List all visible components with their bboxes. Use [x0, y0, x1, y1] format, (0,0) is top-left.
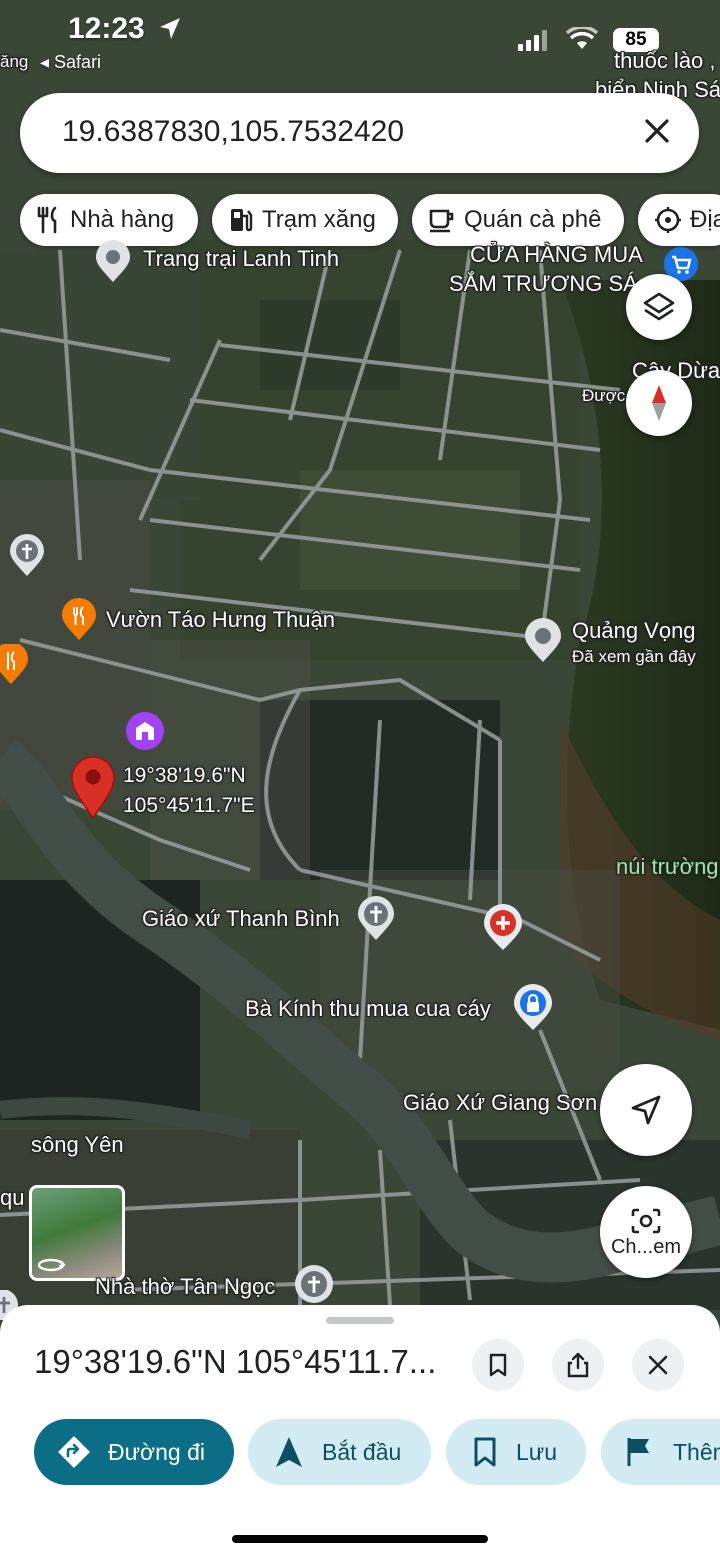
chip-attractions[interactable]: Địa	[638, 194, 720, 246]
map-label-coord-lat: 19°38'19.6"N	[123, 764, 246, 787]
coffee-icon	[429, 209, 454, 233]
save-icon-button[interactable]	[472, 1339, 524, 1391]
map-label-ba-kinh[interactable]: Bà Kính thu mua cua cáy	[245, 996, 491, 1022]
chip-label: Quán cà phê	[464, 206, 602, 233]
location-arrow-icon	[160, 18, 180, 39]
status-bar: 12:23 ◂ Safari 85	[0, 0, 720, 80]
more-button[interactable]: Thêm	[601, 1419, 720, 1485]
map-label-recent: Đã xem gần đây	[572, 647, 696, 666]
close-sheet-button[interactable]	[632, 1339, 684, 1391]
map-label[interactable]: thuốc lào ,	[614, 48, 716, 74]
bookmark-icon	[474, 1437, 496, 1467]
restaurant-pin-icon[interactable]	[0, 644, 30, 686]
layers-button[interactable]	[626, 274, 692, 340]
wifi-icon	[566, 27, 598, 49]
chip-label: Nhà hàng	[70, 206, 175, 233]
more-label: Thêm	[673, 1438, 720, 1465]
status-time: 12:23	[68, 12, 145, 45]
back-to-safari-link[interactable]: ◂ Safari	[40, 52, 101, 73]
place-bottom-sheet[interactable]: 19°38'19.6"N 105°45'11.7... Đường đi Bắt…	[0, 1305, 720, 1557]
restaurant-pin-icon[interactable]	[60, 598, 98, 642]
map-label-quang-vong[interactable]: Quảng Vọng	[572, 618, 696, 644]
save-label: Lưu	[516, 1438, 557, 1465]
directions-icon	[58, 1436, 90, 1468]
restaurant-icon	[37, 206, 57, 234]
start-button[interactable]: Bắt đầu	[248, 1419, 431, 1485]
directions-label: Đường đi	[108, 1438, 205, 1465]
chip-restaurants[interactable]: Nhà hàng	[20, 194, 198, 246]
rotate-360-icon	[37, 1258, 66, 1272]
search-bar[interactable]: 19.6387830,105.7532420	[20, 93, 699, 173]
share-button[interactable]	[552, 1339, 604, 1391]
directions-button[interactable]: Đường đi	[34, 1419, 234, 1485]
bookmark-icon	[489, 1353, 507, 1377]
my-location-button[interactable]	[600, 1064, 692, 1156]
compass-icon	[652, 385, 666, 421]
camera-label: Ch...em	[610, 1235, 682, 1258]
chip-label: Trạm xăng	[262, 206, 376, 233]
church-pin-icon[interactable]	[294, 1264, 334, 1304]
map-label-trang-trai[interactable]: Trang trại Lanh Tinh	[143, 246, 339, 272]
chip-gas-stations[interactable]: Trạm xăng	[212, 194, 398, 246]
clear-search-icon[interactable]	[641, 115, 673, 147]
recent-place-pin-icon[interactable]	[523, 618, 563, 664]
street-view-thumbnail[interactable]	[29, 1185, 125, 1281]
map-label-duoc: Được	[582, 386, 626, 405]
map-label-coord-lng: 105°45'11.7"E	[123, 794, 255, 817]
map-label-nui-truong[interactable]: núi trường	[616, 854, 719, 880]
start-label: Bắt đầu	[322, 1438, 402, 1465]
landmark-pin-icon[interactable]	[124, 710, 166, 752]
save-button[interactable]: Lưu	[446, 1419, 586, 1485]
map-label-vuon-tao[interactable]: Vườn Táo Hưng Thuận	[106, 607, 335, 633]
chip-coffee-shops[interactable]: Quán cà phê	[412, 194, 624, 246]
navigation-arrow-icon	[276, 1437, 302, 1467]
map-label-left-cut: qu	[0, 1185, 25, 1210]
compass-button[interactable]	[626, 370, 692, 436]
dropped-pin-marker[interactable]	[70, 756, 116, 820]
close-icon	[648, 1355, 668, 1375]
sheet-drag-handle[interactable]	[326, 1317, 394, 1324]
map-label: ăng	[0, 52, 29, 71]
place-pin-icon[interactable]	[94, 240, 132, 284]
map-label-nha-tho-tan-ngoc[interactable]: Nhà thờ Tân Ngọc	[95, 1274, 275, 1300]
chip-label: Địa	[690, 206, 720, 233]
navigation-arrow-icon	[631, 1095, 661, 1125]
church-pin-icon[interactable]	[356, 896, 396, 942]
camera-search-icon	[631, 1208, 661, 1233]
home-indicator[interactable]	[232, 1535, 488, 1543]
map-label-song-yen[interactable]: sông Yên	[31, 1132, 124, 1158]
place-title: 19°38'19.6"N 105°45'11.7...	[34, 1343, 437, 1380]
map-label-giao-xu-thanh-binh[interactable]: Giáo xứ Thanh Bình	[142, 906, 340, 932]
map-label-cua-hang-2[interactable]: SẮM TRƯƠNG SÁ	[449, 271, 638, 297]
lens-camera-button[interactable]: Ch...em	[600, 1186, 692, 1278]
attraction-icon	[655, 207, 681, 233]
gas-station-icon	[231, 209, 253, 232]
church-pin-icon[interactable]	[8, 534, 46, 578]
layers-icon	[643, 292, 675, 321]
cellular-signal-icon	[518, 30, 547, 51]
map-label-giao-xu-giang-son[interactable]: Giáo Xứ Giang Sơn	[403, 1090, 597, 1116]
map-label-cua-hang[interactable]: CỬA HÀNG MUA	[470, 242, 643, 268]
hospital-pin-icon[interactable]	[482, 904, 524, 952]
flag-icon	[627, 1438, 649, 1466]
search-input[interactable]: 19.6387830,105.7532420	[62, 115, 404, 149]
share-icon	[567, 1352, 589, 1378]
shop-pin-icon[interactable]	[512, 984, 554, 1032]
